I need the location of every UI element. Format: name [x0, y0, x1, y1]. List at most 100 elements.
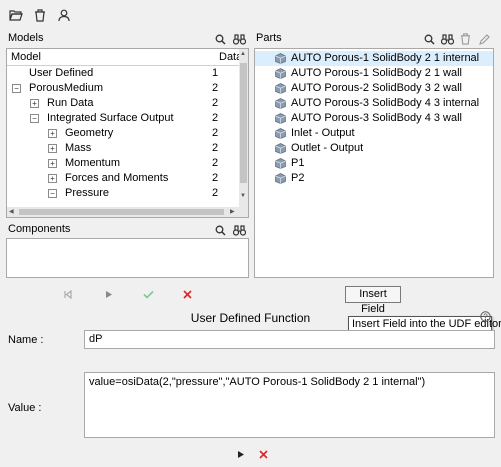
model-row-label: Pressure	[65, 187, 110, 199]
model-row-label: Integrated Surface Output	[47, 112, 174, 124]
part-cube-icon	[275, 158, 286, 169]
run-play-icon[interactable]	[233, 446, 249, 462]
part-cube-icon	[275, 128, 286, 139]
model-row-label: PorousMedium	[29, 82, 103, 94]
model-row-label: Geometry	[65, 127, 114, 139]
part-label: AUTO Porous-3 SolidBody 4 3 wall	[291, 112, 462, 124]
part-label: AUTO Porous-1 SolidBody 2 1 wall	[291, 67, 462, 79]
part-cube-icon	[275, 143, 286, 154]
components-label: Components	[8, 223, 71, 235]
model-row-count: 2	[212, 187, 219, 199]
components-binoculars-icon[interactable]	[231, 222, 247, 238]
binoculars-icon[interactable]	[231, 31, 247, 47]
part-label: Outlet - Output	[291, 142, 364, 154]
parts-binoculars-icon[interactable]	[439, 31, 455, 47]
part-list-item[interactable]: AUTO Porous-2 SolidBody 3 2 wall	[255, 81, 493, 96]
part-cube-icon	[275, 53, 286, 64]
model-tree-row[interactable]: + Mass 2	[7, 141, 239, 156]
model-tree-row[interactable]: + Run Data 2	[7, 96, 239, 111]
model-tree-row[interactable]: User Defined 1	[7, 66, 239, 81]
collapse-icon[interactable]: −	[30, 114, 39, 123]
part-cube-icon	[275, 83, 286, 94]
part-list-item[interactable]: P1	[255, 156, 493, 171]
part-list-item[interactable]: AUTO Porous-1 SolidBody 2 1 internal	[255, 51, 493, 66]
cancel-x-icon[interactable]	[179, 286, 195, 302]
model-row-label: Run Data	[47, 97, 94, 109]
model-row-label: Forces and Moments	[65, 172, 169, 184]
model-row-label: Mass	[65, 142, 92, 154]
name-field[interactable]: dP	[84, 330, 495, 349]
insert-field-tooltip: Insert Field into the UDF editor	[348, 316, 501, 331]
model-row-count: 2	[212, 97, 219, 109]
part-cube-icon	[275, 113, 286, 124]
part-list-item[interactable]: P2	[255, 171, 493, 186]
part-cube-icon	[275, 173, 286, 184]
model-row-count: 2	[212, 127, 219, 139]
model-row-count: 2	[212, 82, 219, 94]
model-row-label: Momentum	[65, 157, 121, 169]
clear-x-icon[interactable]	[255, 446, 271, 462]
insert-field-button[interactable]: Insert Field	[345, 286, 401, 315]
model-row-count: 2	[212, 157, 219, 169]
part-label: P2	[291, 172, 305, 184]
parts-trash-icon[interactable]	[457, 31, 473, 47]
folder-open-icon[interactable]	[8, 7, 24, 23]
help-icon[interactable]: ?	[479, 310, 491, 322]
model-tree-row[interactable]: + Forces and Moments 2	[7, 171, 239, 186]
edit-pencil-icon[interactable]	[476, 31, 492, 47]
model-row-label: User Defined	[29, 67, 94, 79]
name-label: Name :	[8, 334, 44, 346]
part-list-item[interactable]: AUTO Porous-3 SolidBody 4 3 internal	[255, 96, 493, 111]
part-cube-icon	[275, 98, 286, 109]
models-vscroll-thumb[interactable]	[240, 63, 247, 183]
skip-back-icon[interactable]	[60, 286, 76, 302]
model-row-count: 2	[212, 142, 219, 154]
part-label: AUTO Porous-2 SolidBody 3 2 wall	[291, 82, 462, 94]
parts-list[interactable]: AUTO Porous-1 SolidBody 2 1 internal AUTO…	[254, 48, 494, 278]
models-vertical-scrollbar[interactable]: ▲ ▼	[239, 49, 248, 217]
part-list-item[interactable]: Inlet - Output	[255, 126, 493, 141]
checkmark-icon[interactable]	[140, 286, 156, 302]
parts-label: Parts	[256, 32, 282, 44]
expand-icon[interactable]: +	[48, 174, 57, 183]
model-tree-row[interactable]: − PorousMedium 2	[7, 81, 239, 96]
part-rows: AUTO Porous-1 SolidBody 2 1 internal AUTO…	[255, 51, 493, 277]
expand-icon[interactable]: +	[48, 144, 57, 153]
part-list-item[interactable]: AUTO Porous-1 SolidBody 2 1 wall	[255, 66, 493, 81]
model-rows: User Defined 1− PorousMedium 2 + Run Data 2− In…	[7, 66, 239, 201]
collapse-icon[interactable]: −	[12, 84, 21, 93]
models-label: Models	[8, 32, 44, 44]
models-hscroll-thumb[interactable]	[19, 209, 224, 215]
value-editor[interactable]: value=osiData(2,"pressure","AUTO Porous-…	[84, 372, 495, 438]
model-row-count: 2	[212, 112, 219, 124]
components-list[interactable]	[6, 238, 249, 278]
models-tree[interactable]: Model Datas User Defined 1− PorousMedium 2 +…	[6, 48, 249, 218]
user-icon[interactable]	[56, 7, 72, 23]
model-row-count: 1	[212, 67, 219, 79]
value-label: Value :	[8, 402, 42, 414]
play-icon[interactable]	[101, 286, 117, 302]
part-label: P1	[291, 157, 305, 169]
part-list-item[interactable]: Outlet - Output	[255, 141, 493, 156]
model-column-header[interactable]: Model	[7, 49, 220, 66]
part-label: AUTO Porous-3 SolidBody 4 3 internal	[291, 97, 480, 109]
model-tree-row[interactable]: + Momentum 2	[7, 156, 239, 171]
models-horizontal-scrollbar[interactable]: ◀ ▶	[7, 207, 239, 217]
model-tree-row[interactable]: − Integrated Surface Output 2	[7, 111, 239, 126]
part-cube-icon	[275, 68, 286, 79]
model-tree-row[interactable]: + Geometry 2	[7, 126, 239, 141]
trash-icon[interactable]	[32, 7, 48, 23]
svg-text:?: ?	[483, 312, 488, 321]
expand-icon[interactable]: +	[48, 129, 57, 138]
collapse-icon[interactable]: −	[48, 189, 57, 198]
expand-icon[interactable]: +	[30, 99, 39, 108]
search-icon[interactable]	[212, 31, 228, 47]
expand-icon[interactable]: +	[48, 159, 57, 168]
parts-search-icon[interactable]	[421, 31, 437, 47]
part-label: Inlet - Output	[291, 127, 355, 139]
model-tree-row[interactable]: − Pressure 2	[7, 186, 239, 201]
components-search-icon[interactable]	[212, 222, 228, 238]
part-label: AUTO Porous-1 SolidBody 2 1 internal	[291, 52, 480, 64]
part-list-item[interactable]: AUTO Porous-3 SolidBody 4 3 wall	[255, 111, 493, 126]
model-row-count: 2	[212, 172, 219, 184]
